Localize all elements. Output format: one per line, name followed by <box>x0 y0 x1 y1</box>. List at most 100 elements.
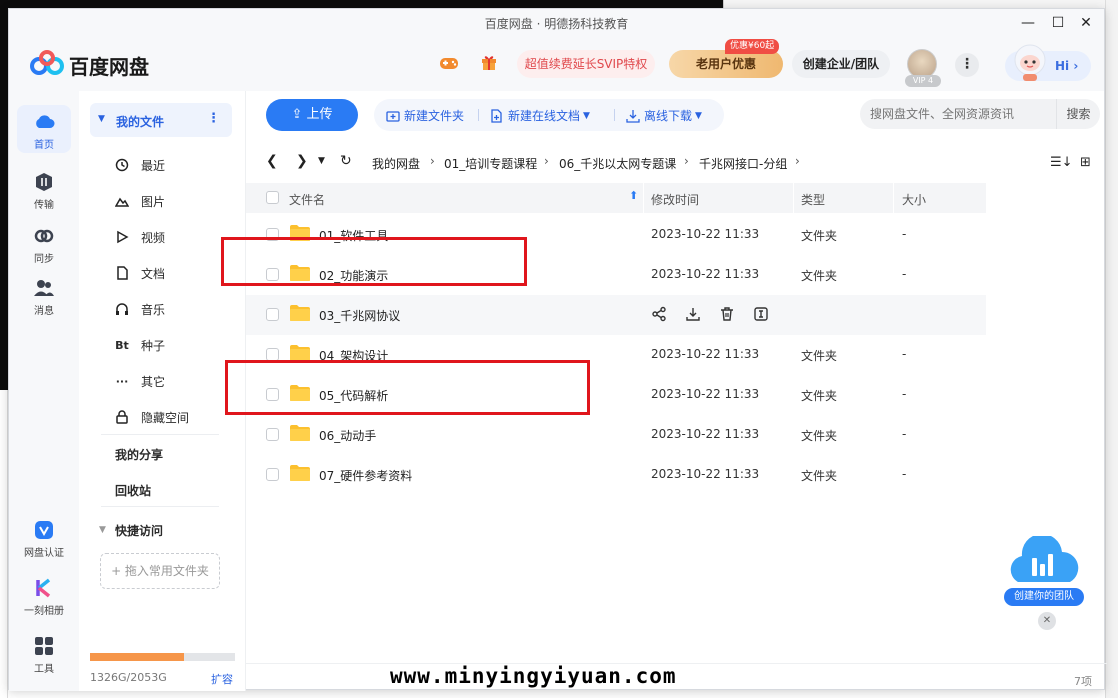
minimize-button[interactable]: — <box>1017 13 1039 33</box>
ellipsis-icon: ··· <box>115 374 129 388</box>
sort-ascending-icon[interactable]: ⬆ <box>629 189 638 202</box>
document-icon <box>117 266 128 280</box>
nav-transfer[interactable]: 传输 <box>17 171 71 211</box>
game-controller-icon[interactable] <box>439 55 459 71</box>
nav-message[interactable]: 消息 <box>17 277 71 317</box>
coupon-badge: 优惠¥60起 <box>725 39 780 54</box>
file-name[interactable]: 07_硬件参考资料 <box>319 467 412 484</box>
item-count: 7项 <box>1074 675 1092 688</box>
headphone-icon <box>116 303 128 315</box>
sidebar-recycle-bin[interactable]: 回收站 <box>115 482 151 499</box>
sidebar-item-torrents[interactable]: Bt 种子 <box>115 335 165 355</box>
download-icon[interactable] <box>685 306 701 322</box>
background-terminal <box>0 0 8 390</box>
sidebar-my-files[interactable]: ▼ 我的文件 ⋮ <box>90 103 232 137</box>
breadcrumb-item[interactable]: 06_千兆以太网专题课 <box>559 155 676 172</box>
breadcrumb-chevron-icon: › <box>795 154 800 168</box>
baidu-netdisk-window: 百度网盘 · 明德扬科技教育 — ☐ ✕ 百度网盘 超值续费延长SVIP特权 老… <box>8 8 1107 691</box>
file-type: 文件夹 <box>801 229 838 243</box>
column-divider <box>643 183 644 213</box>
folder-icon <box>290 465 310 481</box>
breadcrumb-item[interactable]: 我的网盘 <box>372 155 420 172</box>
close-button[interactable]: ✕ <box>1075 13 1097 33</box>
baidu-netdisk-logo-icon <box>30 50 64 75</box>
sidebar-item-videos[interactable]: 视频 <box>115 227 165 247</box>
vertical-dots-icon[interactable]: ⋮ <box>207 111 220 126</box>
trash-icon[interactable] <box>719 306 735 322</box>
app-header: 百度网盘 超值续费延长SVIP特权 老用户优惠 优惠¥60起 创建企业/团队 V… <box>9 37 1104 91</box>
column-header-name[interactable]: 文件名 <box>289 191 325 208</box>
drop-favorite-folder-area[interactable]: + 拖入常用文件夹 <box>100 553 220 589</box>
new-online-doc-button[interactable]: 新建在线文档 ▼ <box>490 107 590 124</box>
table-row[interactable]: 07_硬件参考资料 2023-10-22 11:33 文件夹 - <box>246 455 986 495</box>
old-user-offer-button[interactable]: 老用户优惠 <box>669 50 783 78</box>
offline-download-button[interactable]: 离线下载 ▼ <box>626 107 702 124</box>
breadcrumb-chevron-icon: › <box>684 154 689 168</box>
sidebar-item-recent[interactable]: 最近 <box>115 155 165 175</box>
maximize-button[interactable]: ☐ <box>1047 13 1069 33</box>
sidebar-my-share[interactable]: 我的分享 <box>115 446 163 463</box>
sidebar-item-label: 视频 <box>141 230 166 245</box>
nav-home[interactable]: 首页 <box>17 105 71 153</box>
sidebar-item-others[interactable]: ··· 其它 <box>115 371 165 391</box>
breadcrumb-item[interactable]: 01_培训专题课程 <box>444 155 537 172</box>
row-checkbox[interactable] <box>266 428 279 441</box>
caret-down-icon: ▼ <box>695 110 702 121</box>
sidebar-item-label: 最近 <box>141 158 166 173</box>
nav-verify[interactable]: 网盘认证 <box>17 519 71 559</box>
nav-tools[interactable]: 工具 <box>17 635 71 675</box>
nav-sync[interactable]: 同步 <box>17 225 71 265</box>
close-icon[interactable]: ✕ <box>1038 612 1056 630</box>
sort-list-icon[interactable]: ☰↓ <box>1050 155 1073 170</box>
sidebar-item-music[interactable]: 音乐 <box>115 299 165 319</box>
sidebar-item-images[interactable]: 图片 <box>115 191 165 211</box>
file-name[interactable]: 03_千兆网协议 <box>319 307 400 324</box>
share-icon[interactable] <box>651 306 667 322</box>
create-enterprise-button[interactable]: 创建企业/团队 <box>792 50 890 78</box>
select-all-checkbox[interactable] <box>266 191 279 204</box>
file-size: - <box>902 467 907 481</box>
rename-icon[interactable] <box>753 306 769 322</box>
row-checkbox[interactable] <box>266 308 279 321</box>
table-row[interactable]: 03_千兆网协议 <box>246 295 986 335</box>
sidebar-item-hidden-space[interactable]: 隐藏空间 <box>115 407 189 427</box>
create-team-widget[interactable]: 创建你的团队 <box>1004 533 1090 608</box>
search-button[interactable]: 搜索 <box>1056 99 1100 129</box>
forward-arrow-icon[interactable]: ❯ <box>296 153 308 169</box>
search-input[interactable] <box>870 105 1050 123</box>
more-menu-button[interactable]: ⋮ <box>955 53 979 77</box>
vip-level-badge: VIP 4 <box>905 75 941 87</box>
sidebar-quick-access[interactable]: 快捷访问 <box>115 522 163 539</box>
lock-icon <box>116 410 128 424</box>
table-row[interactable]: 06_动动手 2023-10-22 11:33 文件夹 - <box>246 415 986 455</box>
column-header-type[interactable]: 类型 <box>801 191 825 208</box>
expand-storage-link[interactable]: 扩容 <box>211 671 233 687</box>
file-modified-time: 2023-10-22 11:33 <box>651 387 760 401</box>
file-type: 文件夹 <box>801 349 838 363</box>
svip-renew-button[interactable]: 超值续费延长SVIP特权 <box>517 50 655 78</box>
gift-icon[interactable] <box>481 53 497 71</box>
team-chart-icon <box>1010 533 1079 582</box>
new-folder-button[interactable]: 新建文件夹 <box>386 107 464 124</box>
back-arrow-icon[interactable]: ❮ <box>266 153 278 169</box>
play-icon <box>117 230 129 244</box>
row-checkbox[interactable] <box>266 468 279 481</box>
breadcrumb-item[interactable]: 千兆网接口-分组 <box>699 155 787 172</box>
upload-button[interactable]: ⇪ 上传 <box>266 99 358 131</box>
sidebar-item-docs[interactable]: 文档 <box>115 263 165 283</box>
column-header-size[interactable]: 大小 <box>902 191 926 208</box>
grid-view-icon[interactable]: ⊞ <box>1080 155 1091 170</box>
refresh-icon[interactable]: ↻ <box>340 153 352 169</box>
file-type: 文件夹 <box>801 429 838 443</box>
nav-message-label: 消息 <box>34 306 54 317</box>
logo-text: 百度网盘 <box>69 55 149 79</box>
nav-tools-label: 工具 <box>34 664 54 675</box>
history-dropdown-icon[interactable]: ▼ <box>318 156 325 166</box>
column-header-time[interactable]: 修改时间 <box>651 191 699 208</box>
nav-album[interactable]: 一刻相册 <box>17 577 71 617</box>
file-name[interactable]: 06_动动手 <box>319 427 376 444</box>
caret-down-icon[interactable]: ▼ <box>99 525 106 535</box>
file-modified-time: 2023-10-22 11:33 <box>651 347 760 361</box>
create-team-label: 创建你的团队 <box>1004 588 1084 606</box>
file-modified-time: 2023-10-22 11:33 <box>651 427 760 441</box>
